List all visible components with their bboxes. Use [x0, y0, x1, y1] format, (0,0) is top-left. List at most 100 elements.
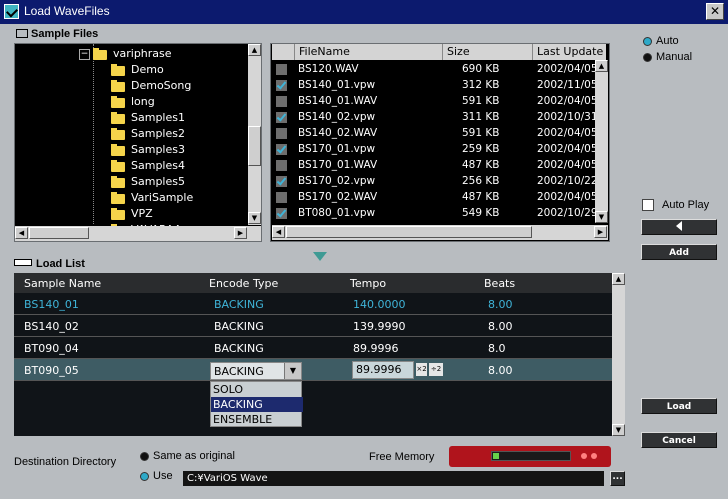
- folder-icon: [93, 48, 107, 60]
- auto-play-checkbox[interactable]: [642, 199, 654, 211]
- tempo-input[interactable]: 89.9996: [352, 361, 414, 379]
- tree-hscroll-thumb[interactable]: [29, 227, 89, 239]
- scroll-up-icon[interactable]: ▲: [612, 273, 625, 285]
- scroll-left-icon[interactable]: ◀: [15, 227, 28, 239]
- file-checkbox[interactable]: [276, 192, 287, 203]
- encode-type-dropdown-list[interactable]: SOLO BACKING ENSEMBLE: [210, 381, 303, 427]
- browse-button[interactable]: ...: [610, 471, 625, 486]
- load-list-row[interactable]: BT090_04 BACKING 89.9996 8.0: [14, 337, 612, 359]
- tree-horizontal-scrollbar[interactable]: ◀ ▶: [15, 226, 261, 241]
- dropdown-option-backing[interactable]: BACKING: [211, 397, 303, 412]
- auto-play-label: Auto Play: [662, 199, 710, 211]
- file-checkbox[interactable]: [276, 160, 287, 171]
- load-list-table[interactable]: Sample Name Encode Type Tempo Beats BS14…: [14, 273, 625, 436]
- file-checkbox[interactable]: [276, 96, 287, 107]
- scroll-right-icon[interactable]: ▶: [234, 227, 247, 239]
- chevron-down-icon[interactable]: ▼: [284, 363, 301, 379]
- app-icon: [4, 4, 19, 19]
- file-name: BT080_01.vpw: [298, 207, 376, 219]
- scroll-down-icon[interactable]: ▼: [248, 212, 261, 224]
- column-tempo: Tempo: [350, 277, 387, 290]
- load-button[interactable]: Load: [641, 398, 717, 414]
- tree-item-label: Samples2: [131, 127, 185, 140]
- folder-icon: [111, 112, 125, 124]
- free-memory-fill: [493, 453, 500, 459]
- close-button[interactable]: ✕: [706, 3, 724, 20]
- file-list-row[interactable]: BS120.WAV 690 KB 2002/04/05 00: [272, 61, 606, 77]
- tree-item-label: Samples1: [131, 111, 185, 124]
- file-checkbox[interactable]: [276, 208, 287, 219]
- folder-tree[interactable]: − variphrase Demo DemoSong long Samples1 Sam…: [14, 43, 262, 242]
- encode-type-select[interactable]: BACKING ▼: [210, 362, 302, 380]
- use-radio[interactable]: [140, 472, 149, 481]
- file-checkbox[interactable]: [276, 128, 287, 139]
- scroll-left-icon[interactable]: ◀: [272, 226, 285, 238]
- load-list-heading: Load List: [14, 258, 85, 270]
- load-list-row[interactable]: BS140_02 BACKING 139.9990 8.00: [14, 315, 612, 337]
- file-list-check-column: [272, 44, 294, 60]
- column-filename[interactable]: FileName: [294, 44, 442, 60]
- file-list-vertical-scrollbar[interactable]: ▲ ▼: [595, 60, 608, 223]
- scroll-down-icon[interactable]: ▼: [595, 211, 608, 223]
- scroll-down-icon[interactable]: ▼: [612, 424, 625, 436]
- file-list-row[interactable]: BS170_02.WAV 487 KB 2002/04/05 00: [272, 189, 606, 205]
- file-list-row[interactable]: BS170_02.vpw 256 KB 2002/10/22 17: [272, 173, 606, 189]
- file-size: 311 KB: [462, 111, 500, 123]
- auto-radio[interactable]: [643, 37, 652, 46]
- tree-item-label: long: [131, 95, 155, 108]
- column-size[interactable]: Size: [442, 44, 532, 60]
- file-date: 2002/11/05 13: [537, 79, 595, 91]
- file-list-row[interactable]: BS140_02.WAV 591 KB 2002/04/05 00: [272, 125, 606, 141]
- sample-files-heading: Sample Files: [16, 28, 98, 40]
- file-hscroll-thumb[interactable]: [286, 226, 532, 238]
- file-list-row[interactable]: BS170_01.WAV 487 KB 2002/04/05 00: [272, 157, 606, 173]
- destination-directory-label: Destination Directory: [14, 456, 117, 468]
- load-list-cell-beats: 8.00: [488, 364, 513, 377]
- file-size: 487 KB: [462, 159, 500, 171]
- speaker-icon: [676, 221, 682, 231]
- file-checkbox[interactable]: [276, 64, 287, 75]
- file-list-row[interactable]: BS170_01.vpw 259 KB 2002/04/05 00: [272, 141, 606, 157]
- tempo-half-button[interactable]: ÷2: [429, 363, 443, 376]
- cancel-button[interactable]: Cancel: [641, 432, 717, 448]
- indicator-led: [581, 453, 587, 459]
- preview-button[interactable]: [641, 219, 717, 235]
- file-name: BS170_02.WAV: [298, 191, 378, 203]
- file-list-row[interactable]: BS140_01.WAV 591 KB 2002/04/05 00: [272, 93, 606, 109]
- same-as-original-radio[interactable]: [140, 452, 149, 461]
- tree-scroll-thumb[interactable]: [248, 126, 261, 166]
- file-name: BS170_01.WAV: [298, 159, 378, 171]
- column-last-update[interactable]: Last Update: [532, 44, 606, 60]
- file-list-row[interactable]: BT080_01.vpw 549 KB 2002/10/29 20: [272, 205, 606, 221]
- computer-icon: [16, 29, 28, 38]
- file-list-row[interactable]: BS140_02.vpw 311 KB 2002/10/31 18: [272, 109, 606, 125]
- file-date: 2002/04/05 00: [537, 159, 595, 171]
- file-date: 2002/04/05 00: [537, 95, 595, 107]
- load-list-scrollbar[interactable]: ▲ ▼: [612, 273, 625, 436]
- scroll-up-icon[interactable]: ▲: [595, 60, 608, 72]
- load-list-cell-type: BACKING: [214, 342, 264, 355]
- file-checkbox[interactable]: [276, 112, 287, 123]
- tempo-double-button[interactable]: ×2: [416, 363, 427, 376]
- load-list-cell-beats: 8.00: [488, 298, 513, 311]
- load-list-row[interactable]: BT090_05 8.00: [14, 359, 612, 381]
- file-checkbox[interactable]: [276, 176, 287, 187]
- file-list-row[interactable]: BS140_01.vpw 312 KB 2002/11/05 13: [272, 77, 606, 93]
- manual-radio[interactable]: [643, 53, 652, 62]
- dropdown-option-solo[interactable]: SOLO: [211, 382, 303, 397]
- file-size: 591 KB: [462, 95, 500, 107]
- title-bar: Load WaveFiles ✕: [0, 0, 728, 24]
- scroll-right-icon[interactable]: ▶: [594, 226, 607, 238]
- free-memory-meter: [449, 446, 611, 467]
- file-checkbox[interactable]: [276, 80, 287, 91]
- destination-path-field[interactable]: C:¥VariOS Wave: [183, 471, 604, 486]
- scroll-up-icon[interactable]: ▲: [248, 44, 261, 56]
- dropdown-option-ensemble[interactable]: ENSEMBLE: [211, 412, 303, 427]
- tree-vertical-scrollbar[interactable]: ▲ ▼: [248, 44, 261, 225]
- collapse-icon[interactable]: −: [79, 49, 90, 60]
- load-list-cell-name: BT090_04: [24, 342, 79, 355]
- file-checkbox[interactable]: [276, 144, 287, 155]
- load-list-row[interactable]: BS140_01 BACKING 140.0000 8.00: [14, 293, 612, 315]
- add-button[interactable]: Add: [641, 244, 717, 260]
- file-list-horizontal-scrollbar[interactable]: ◀ ▶: [272, 225, 608, 240]
